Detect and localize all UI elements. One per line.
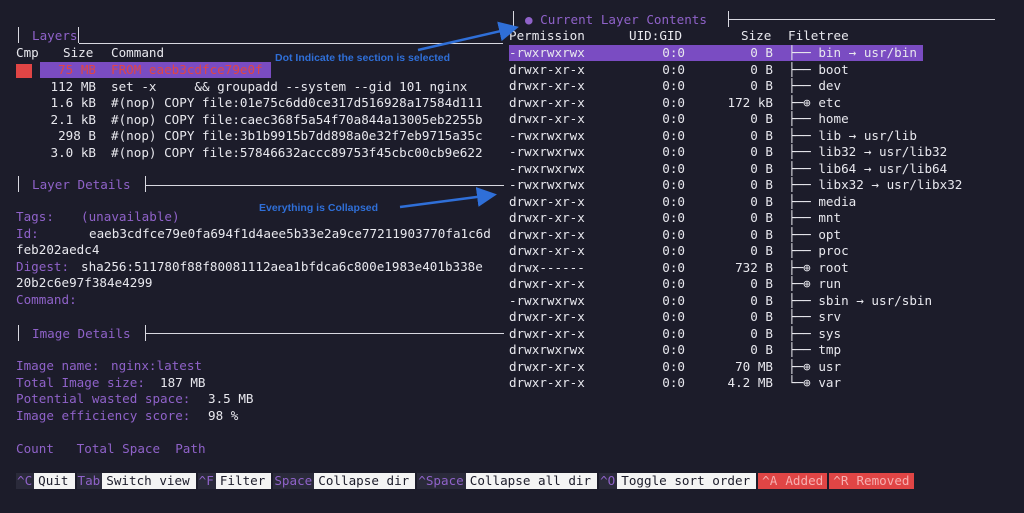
annotation-dot: Dot Indicate the section is selected xyxy=(275,52,451,64)
footer-key[interactable]: Space xyxy=(273,473,315,489)
footer-label[interactable]: Switch view xyxy=(102,473,196,489)
keybinding-bar: ^C Quit Tab Switch view ^F Filter Space Collaps… xyxy=(16,473,914,489)
footer-key[interactable]: ^C xyxy=(16,473,35,489)
footer-key[interactable]: ^O xyxy=(599,473,618,489)
footer-label[interactable]: Toggle sort order xyxy=(617,473,757,489)
collapsed-arrow xyxy=(399,187,497,209)
footer-label[interactable]: Quit xyxy=(34,473,75,489)
footer-key[interactable]: Tab xyxy=(76,473,103,489)
dot-arrow xyxy=(417,21,519,52)
footer-label[interactable]: Collapse dir xyxy=(314,473,416,489)
footer-key[interactable]: ^A xyxy=(758,473,782,489)
annotation-collapsed: Everything is Collapsed xyxy=(259,202,379,214)
footer-label[interactable]: Added xyxy=(781,473,828,489)
footer-key[interactable]: ^F xyxy=(197,473,216,489)
footer-key[interactable]: ^R xyxy=(829,473,853,489)
footer-label[interactable]: Collapse all dir xyxy=(465,473,598,489)
footer-label[interactable]: Filter xyxy=(215,473,272,489)
footer-key[interactable]: ^Space xyxy=(417,473,466,489)
annotation-arrows xyxy=(399,21,519,209)
footer-label[interactable]: Removed xyxy=(852,473,914,489)
